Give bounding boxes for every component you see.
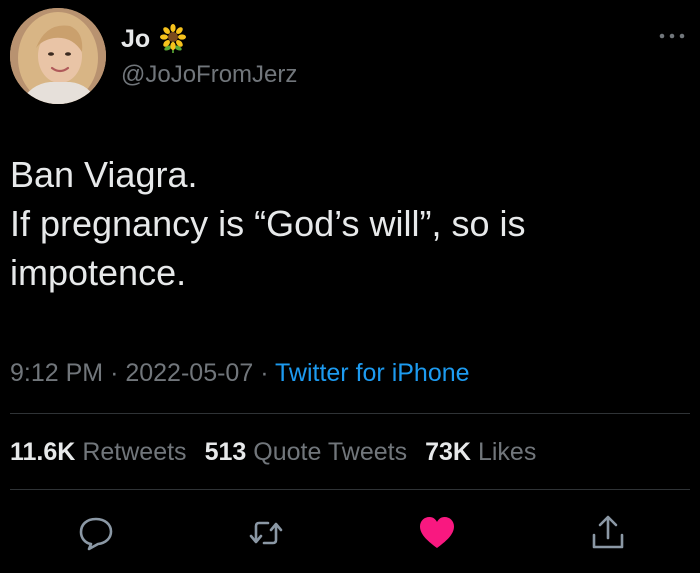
avatar[interactable] [10,8,106,104]
tweet: Jo @JoJoFromJerz Ban Viagra. If pregnanc… [0,0,700,573]
tweet-meta: 9:12 PM · 2022-05-07 · Twitter for iPhon… [10,357,470,389]
tweet-stats: 11.6K Retweets 513 Quote Tweets 73K Likes [10,436,536,468]
display-name[interactable]: Jo [121,24,150,54]
more-options-icon[interactable] [654,26,690,46]
tweet-line: Ban Viagra. [10,154,198,195]
meta-separator: · [110,359,126,387]
name-row: Jo [121,24,188,54]
quotes-count: 513 [204,438,247,466]
retweet-icon[interactable] [246,513,286,553]
divider [10,489,690,490]
likes-count: 73K [425,438,471,466]
retweets-count: 11.6K [10,438,76,466]
tweet-time[interactable]: 9:12 PM [10,359,103,387]
tweet-source-link[interactable]: Twitter for iPhone [275,359,470,387]
retweets-stat[interactable]: 11.6K Retweets [10,436,187,468]
retweets-label: Retweets [82,438,187,466]
tweet-line: If pregnancy is “God’s will”, so is [10,203,526,244]
tweet-text: Ban Viagra. If pregnancy is “God’s will”… [10,150,690,297]
divider [10,413,690,414]
quote-tweets-stat[interactable]: 513 Quote Tweets [205,436,408,468]
tweet-date[interactable]: 2022-05-07 [125,359,253,387]
meta-separator: · [260,359,276,387]
avatar-photo [10,8,106,104]
likes-stat[interactable]: 73K Likes [425,436,536,468]
heart-icon[interactable] [417,513,457,553]
likes-label: Likes [477,438,537,466]
sunflower-icon [158,24,188,54]
tweet-line: impotence. [10,252,187,293]
share-icon[interactable] [588,513,628,553]
reply-icon[interactable] [76,513,116,553]
handle[interactable]: @JoJoFromJerz [121,60,297,90]
quotes-label: Quote Tweets [253,438,408,466]
